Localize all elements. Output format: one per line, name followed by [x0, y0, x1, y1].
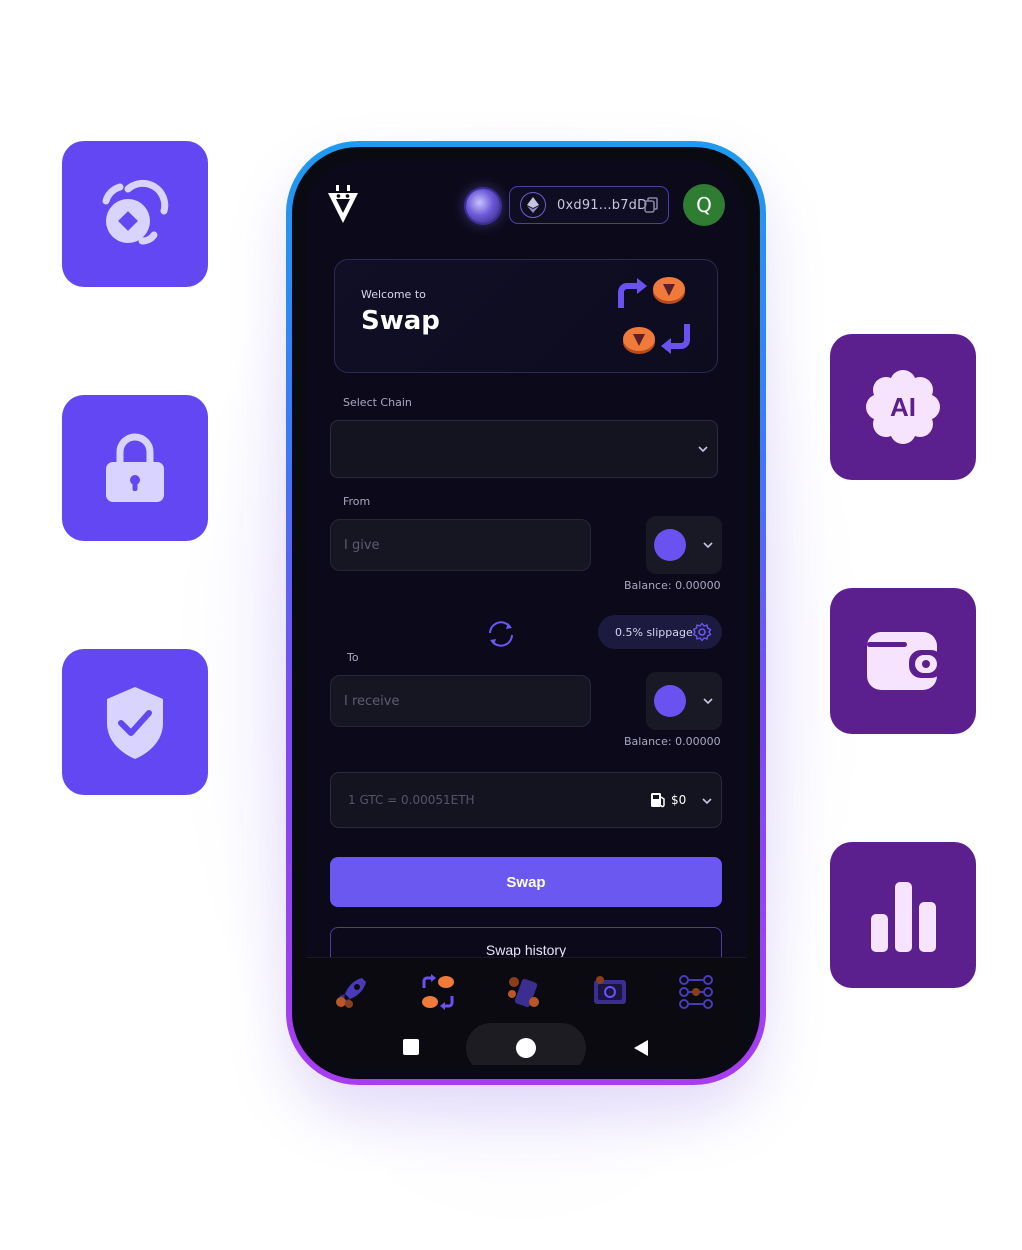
network-icon[interactable] — [676, 972, 716, 1012]
phone-coins-icon[interactable] — [504, 972, 544, 1012]
to-balance: Balance: 0.00000 — [624, 735, 721, 748]
welcome-title: Swap — [361, 306, 440, 336]
chevron-down-icon — [703, 698, 713, 705]
welcome-banner: Welcome to Swap — [334, 259, 718, 373]
chevron-down-icon — [703, 542, 713, 549]
network-avatar[interactable] — [466, 189, 500, 223]
phone-frame: 0xd91...b7dD Q Welcome to Swap Select Ch… — [286, 141, 766, 1085]
back-icon[interactable] — [632, 1039, 650, 1057]
swap-coins-illustration-icon — [618, 277, 690, 354]
swap-direction-icon[interactable] — [484, 617, 518, 651]
copy-icon[interactable] — [644, 197, 658, 213]
slippage-label: 0.5% slippage — [615, 625, 693, 639]
to-token-icon — [654, 685, 686, 717]
welcome-subtitle: Welcome to — [361, 288, 426, 301]
ethereum-icon — [520, 192, 546, 218]
exchange-rate: 1 GTC = 0.00051ETH — [348, 793, 475, 807]
lock-icon — [106, 433, 164, 502]
system-navigation-bar — [306, 1019, 746, 1065]
from-token-icon — [654, 529, 686, 561]
home-icon[interactable] — [516, 1038, 536, 1058]
wallet-icon — [867, 632, 943, 690]
to-token-select[interactable] — [646, 672, 722, 730]
chevron-down-icon — [698, 446, 708, 453]
chevron-down-icon — [702, 798, 712, 805]
select-chain-label: Select Chain — [343, 396, 412, 409]
to-amount-input[interactable]: I receive — [330, 675, 591, 727]
app-screen: 0xd91...b7dD Q Welcome to Swap Select Ch… — [306, 161, 746, 1065]
ai-icon: AI — [866, 370, 940, 444]
coin-swap-icon — [102, 179, 169, 245]
gear-icon — [692, 622, 712, 642]
bar-chart-icon — [871, 882, 936, 952]
lock-tile — [62, 395, 208, 541]
gas-pump-icon — [651, 793, 665, 808]
from-token-select[interactable] — [646, 516, 722, 574]
slippage-button[interactable]: 0.5% slippage — [598, 615, 722, 649]
to-label: To — [347, 651, 359, 664]
app-header: 0xd91...b7dD Q — [306, 161, 746, 251]
chain-select[interactable] — [330, 420, 718, 478]
from-balance: Balance: 0.00000 — [624, 579, 721, 592]
wallet-address: 0xd91...b7dD — [557, 197, 648, 213]
ai-label: AI — [890, 392, 916, 422]
shield-check-icon — [107, 687, 163, 759]
wallet-tile — [830, 588, 976, 734]
ai-tile: AI — [830, 334, 976, 480]
app-logo-icon[interactable] — [326, 185, 360, 225]
rate-details-row[interactable]: 1 GTC = 0.00051ETH $0 — [330, 772, 722, 828]
stage: AI 0xd91...b7dD Q Welcome to Swap Select… — [0, 0, 1022, 1250]
phone-bezel: 0xd91...b7dD Q Welcome to Swap Select Ch… — [292, 147, 760, 1079]
user-avatar[interactable]: Q — [683, 184, 725, 226]
swap-button[interactable]: Swap — [330, 857, 722, 907]
coin-swap-tile — [62, 141, 208, 287]
chart-tile — [830, 842, 976, 988]
bottom-navigation — [306, 957, 746, 1027]
from-label: From — [343, 495, 371, 508]
from-amount-input[interactable]: I give — [330, 519, 591, 571]
rocket-icon[interactable] — [332, 972, 372, 1012]
swap-coins-icon[interactable] — [418, 972, 458, 1012]
gas-fee: $0 — [671, 793, 687, 807]
wallet-address-pill[interactable]: 0xd91...b7dD — [509, 186, 669, 224]
vault-icon[interactable] — [590, 972, 630, 1012]
shield-tile — [62, 649, 208, 795]
recent-apps-icon[interactable] — [403, 1039, 419, 1055]
